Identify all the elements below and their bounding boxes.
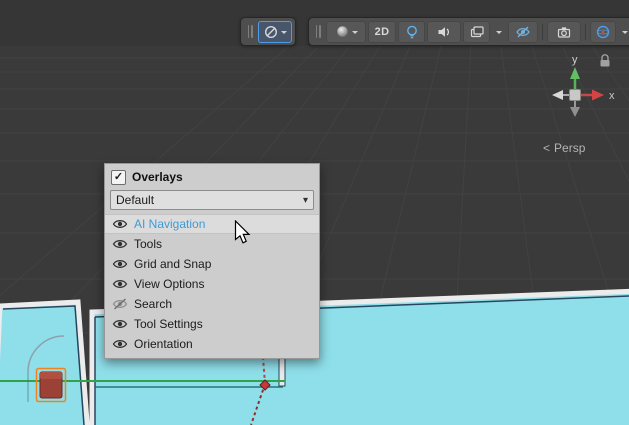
eye-icon[interactable] xyxy=(112,238,128,250)
orientation-gizmo[interactable]: y x xyxy=(536,48,628,128)
chevron-down-icon xyxy=(622,31,628,37)
gizmos-button[interactable] xyxy=(590,21,616,43)
overlays-item-ai-navigation[interactable]: AI Navigation xyxy=(105,214,319,234)
2d-toggle-button[interactable]: 2D xyxy=(368,21,396,43)
overlays-title: Overlays xyxy=(132,170,183,184)
eye-icon[interactable] xyxy=(112,278,128,290)
gizmos-dropdown-button[interactable] xyxy=(618,21,629,43)
menu-item-label: View Options xyxy=(134,277,204,291)
drag-handle-icon[interactable] xyxy=(313,25,323,38)
scene-effects-button[interactable] xyxy=(463,21,490,43)
chevron-down-icon xyxy=(496,31,502,37)
axis-y-label: y xyxy=(572,54,578,66)
eye-icon[interactable] xyxy=(112,258,128,270)
preset-value: Default xyxy=(116,193,154,207)
axis-x-label: x xyxy=(609,90,615,102)
speaker-icon xyxy=(436,24,452,40)
menu-item-label: Tools xyxy=(134,237,162,251)
axis-neg-y-arrow[interactable] xyxy=(570,107,580,117)
toolbar-group-tools xyxy=(240,17,296,46)
axis-neg-x-arrow[interactable] xyxy=(552,90,563,100)
drag-handle-icon[interactable] xyxy=(245,25,255,38)
lightbulb-icon xyxy=(404,24,420,40)
eye-icon[interactable] xyxy=(112,338,128,350)
menu-item-label: Orientation xyxy=(134,337,193,351)
projection-prefix: < xyxy=(543,141,550,155)
overlays-item-grid-and-snap[interactable]: Grid and Snap xyxy=(105,254,319,274)
toolbar-separator xyxy=(542,24,543,40)
view-tool-button[interactable] xyxy=(258,21,292,43)
scene-camera-button[interactable] xyxy=(547,21,581,43)
toolbar-separator xyxy=(585,24,586,40)
overlays-header: ✓ Overlays xyxy=(105,164,319,188)
lock-icon[interactable] xyxy=(601,55,610,67)
menu-item-label: Grid and Snap xyxy=(134,257,211,271)
overlays-preset-dropdown[interactable]: Default ▾ xyxy=(110,190,314,210)
menu-item-label: Tool Settings xyxy=(134,317,203,331)
view-tool-icon xyxy=(263,24,279,40)
eye-icon[interactable] xyxy=(112,218,128,230)
menu-item-label: Search xyxy=(134,297,172,311)
effects-layers-icon xyxy=(469,24,485,40)
unity-scene-view: 2D xyxy=(0,0,629,425)
floor-left[interactable] xyxy=(0,302,88,425)
chevron-down-icon: ▾ xyxy=(303,195,308,206)
chevron-down-icon xyxy=(352,31,358,37)
projection-toggle[interactable]: < Persp xyxy=(543,141,585,155)
toolbar-group-view-options: 2D xyxy=(308,17,629,46)
overlays-enabled-checkbox[interactable]: ✓ xyxy=(111,170,126,185)
shaded-sphere-icon xyxy=(335,24,350,39)
effects-dropdown-button[interactable] xyxy=(492,21,506,43)
axis-target-icon xyxy=(595,24,611,40)
eye-off-icon[interactable] xyxy=(112,298,128,310)
menu-item-label: AI Navigation xyxy=(134,217,205,231)
scene-lighting-button[interactable] xyxy=(398,21,425,43)
overlays-item-orientation[interactable]: Orientation xyxy=(105,334,319,354)
eye-icon[interactable] xyxy=(112,318,128,330)
scene-audio-button[interactable] xyxy=(427,21,461,43)
overlays-item-list: AI Navigation Tools Grid and Snap View O… xyxy=(105,214,319,354)
scene-visibility-button[interactable] xyxy=(508,21,538,43)
camera-icon xyxy=(556,24,572,40)
overlays-item-tool-settings[interactable]: Tool Settings xyxy=(105,314,319,334)
gizmo-center-cube[interactable] xyxy=(570,90,581,101)
draw-mode-button[interactable] xyxy=(326,21,366,43)
projection-label: Persp xyxy=(554,141,585,155)
chevron-down-icon xyxy=(281,31,287,37)
eye-slash-icon xyxy=(515,24,531,40)
overlays-item-view-options[interactable]: View Options xyxy=(105,274,319,294)
overlays-item-tools[interactable]: Tools xyxy=(105,234,319,254)
overlays-menu: ✓ Overlays Default ▾ AI Navigation Tools xyxy=(104,163,320,359)
2d-label: 2D xyxy=(375,26,390,38)
overlays-item-search[interactable]: Search xyxy=(105,294,319,314)
